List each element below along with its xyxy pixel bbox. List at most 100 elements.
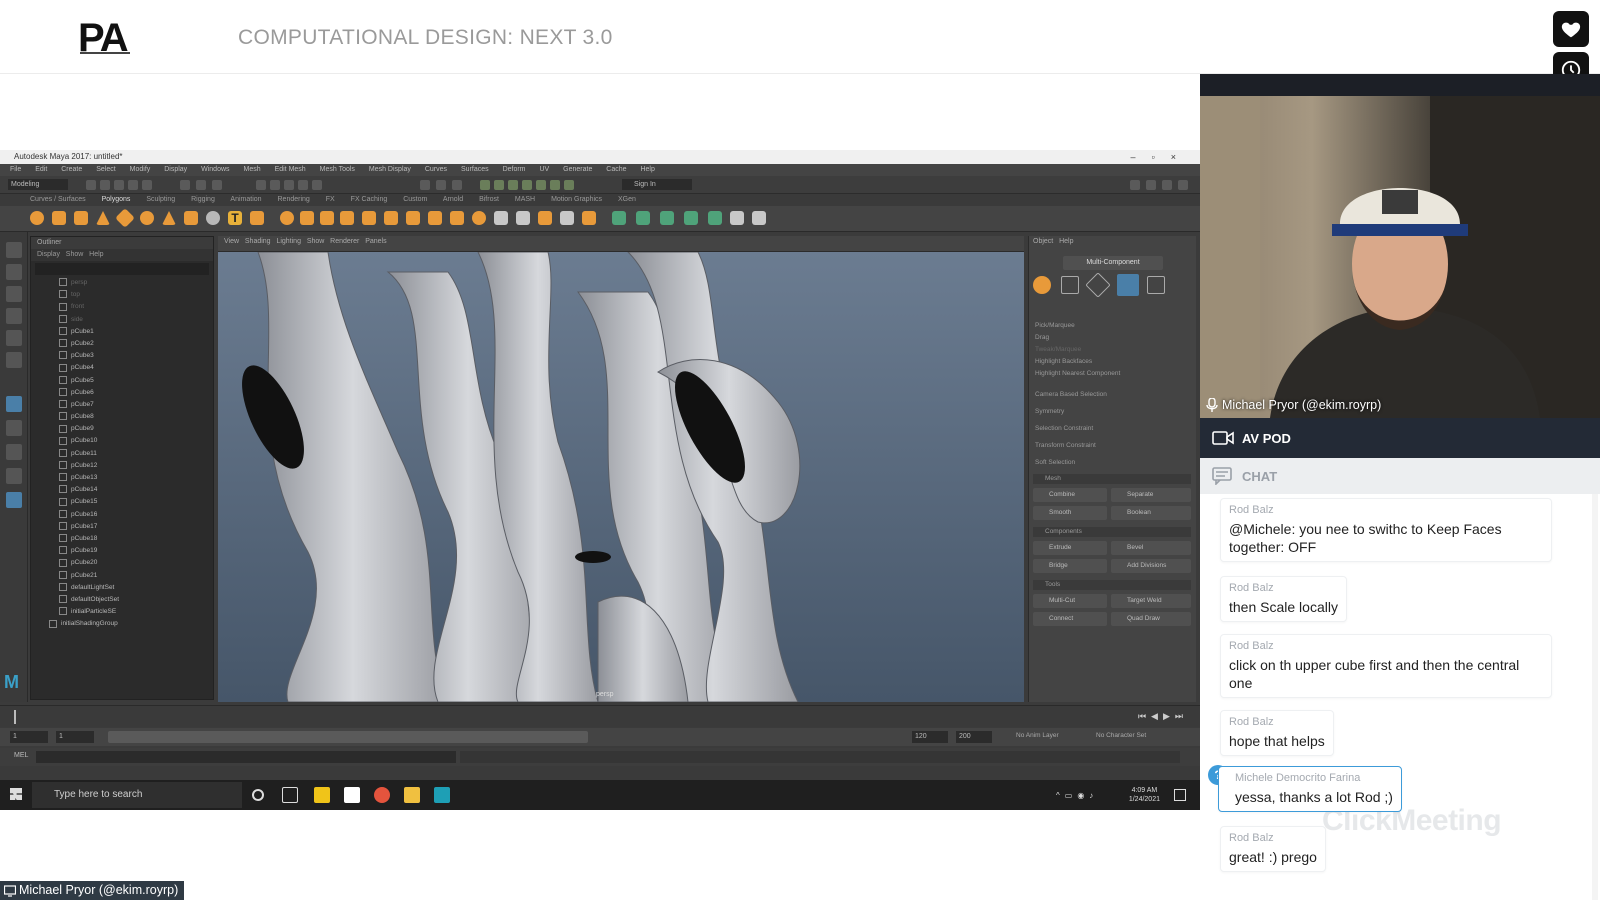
section-components[interactable]: Components [1033,527,1191,537]
sign-in-button[interactable]: Sign In [622,179,692,190]
range-bar[interactable] [108,731,588,743]
uv-mode-icon[interactable] [1147,276,1165,294]
outliner-item[interactable]: pCube8 [31,411,213,423]
time-slider[interactable]: ⏮◀▶⏭ [0,705,1200,727]
rotate-tool-icon[interactable] [6,330,22,346]
vertex-mode-icon[interactable] [1061,276,1079,294]
target-weld-button[interactable]: Target Weld [1111,594,1191,608]
chat-message[interactable]: Rod Balz hope that helps [1220,710,1334,756]
smooth-icon[interactable] [340,211,354,225]
outliner-item[interactable]: pCube6 [31,387,213,399]
menu-create[interactable]: Create [61,166,82,173]
boolean-button[interactable]: Boolean [1111,506,1191,520]
menu-select[interactable]: Select [96,166,115,173]
taskbar-clock[interactable]: 4:09 AM 1/24/2021 [1129,786,1160,804]
new-scene-icon[interactable] [86,180,96,190]
camera-map-icon[interactable] [708,211,722,225]
outliner-item[interactable]: pCube4 [31,362,213,374]
mel-label[interactable]: MEL [14,752,28,759]
poly-sphere-icon[interactable] [30,211,44,225]
anim-layer-select[interactable]: No Anim Layer [1016,732,1059,739]
extrude-button[interactable]: Extrude [1033,541,1107,555]
viewport-menu-panels[interactable]: Panels [365,238,386,245]
spherical-map-icon[interactable] [684,211,698,225]
setting-symmetry[interactable]: Symmetry [1035,403,1107,420]
shelf-tab[interactable]: Curves / Surfaces [30,196,86,203]
chat-message[interactable]: Rod Balz then Scale locally [1220,576,1347,622]
chat-header[interactable]: CHAT [1200,458,1600,494]
outliner-item[interactable]: pCube9 [31,423,213,435]
layout-icon[interactable] [1146,180,1156,190]
mel-input[interactable] [36,751,456,763]
menu-file[interactable]: File [10,166,21,173]
poly-pipe-icon[interactable] [184,211,198,225]
bevel-button[interactable]: Bevel [1111,541,1191,555]
webcam-feed[interactable]: Michael Pryor (@ekim.royrp) [1200,96,1600,418]
single-perspective-layout-icon[interactable] [6,396,22,412]
option-tweak-marquee[interactable]: Tweak/Marquee [1035,344,1120,356]
shelf-tab[interactable]: Rigging [191,196,215,203]
append-poly-icon[interactable] [538,211,552,225]
light-editor-icon[interactable] [508,180,518,190]
taskbar-search-input[interactable]: Type here to search [32,782,242,808]
menu-mesh[interactable]: Mesh [243,166,260,173]
paint-select-icon[interactable] [6,286,22,302]
hypershade-icon[interactable] [480,180,490,190]
range-end-field[interactable]: 200 [956,731,992,743]
outliner-item[interactable]: defaultLightSet [31,582,213,594]
outliner-item[interactable]: pCube11 [31,448,213,460]
outliner-item[interactable]: pCube10 [31,435,213,447]
menu-cache[interactable]: Cache [606,166,626,173]
maya-taskbar-icon[interactable] [434,787,450,803]
select-hierarchy-icon[interactable] [180,180,190,190]
option-pick-marquee[interactable]: Pick/Marquee [1035,320,1120,332]
system-tray-icons[interactable]: ^▭◉♪ [1056,791,1098,800]
window-controls[interactable]: –▫× [1131,150,1192,164]
bevel-icon[interactable] [450,211,464,225]
shelf-tab[interactable]: Sculpting [146,196,175,203]
attribute-editor-icon[interactable] [564,180,574,190]
outliner-item[interactable]: pCube3 [31,350,213,362]
outliner-item[interactable]: pCube1 [31,326,213,338]
fill-hole-icon[interactable] [472,211,486,225]
playback-start-field[interactable]: 1 [56,731,94,743]
outliner-menu-display[interactable]: Display [37,251,60,258]
outliner-item[interactable]: defaultObjectSet [31,594,213,606]
shelf-tab-active[interactable]: Polygons [102,196,131,203]
select-object-icon[interactable] [196,180,206,190]
like-button[interactable] [1553,11,1589,47]
outliner-item[interactable]: pCube17 [31,521,213,533]
bridge-icon[interactable] [428,211,442,225]
toolkit-menu-help[interactable]: Help [1059,238,1073,245]
mirror-icon[interactable] [320,211,334,225]
ipr-render-icon[interactable] [436,180,446,190]
viewport-menu-show[interactable]: Show [307,238,325,245]
layout-icon[interactable] [1162,180,1172,190]
object-mode-icon[interactable] [1033,276,1051,294]
snap-curve-icon[interactable] [270,180,280,190]
chat-message-highlighted[interactable]: Michele Democrito Farina yessa, thanks a… [1218,766,1402,812]
viewport-menu-renderer[interactable]: Renderer [330,238,359,245]
outliner-item[interactable]: pCube7 [31,399,213,411]
target-weld-icon[interactable] [560,211,574,225]
render-settings-icon[interactable] [452,180,462,190]
viewport-menu-view[interactable]: View [224,238,239,245]
outliner-item[interactable]: top [31,289,213,301]
menu-deform[interactable]: Deform [503,166,526,173]
outliner-item[interactable]: pCube5 [31,375,213,387]
two-pane-layout-icon[interactable] [6,444,22,460]
toolkit-menu-object[interactable]: Object [1033,238,1053,245]
shelf-tab[interactable]: FX Caching [351,196,388,203]
viewport-menu-shading[interactable]: Shading [245,238,271,245]
render-icon[interactable] [420,180,430,190]
outliner-layout-icon[interactable] [6,468,22,484]
chat-messages[interactable]: ClickMeeting Rod Balz @Michele: you nee … [1200,494,1600,900]
connect-button[interactable]: Connect [1033,612,1107,626]
move-tool-icon[interactable] [6,308,22,324]
menu-edit-mesh[interactable]: Edit Mesh [275,166,306,173]
chat-message[interactable]: Rod Balz great! :) prego [1220,826,1326,872]
auto-map-icon[interactable] [636,211,650,225]
playback-end-field[interactable]: 120 [912,731,948,743]
option-drag[interactable]: Drag [1035,332,1120,344]
chat-message[interactable]: Rod Balz @Michele: you nee to swithc to … [1220,498,1552,562]
